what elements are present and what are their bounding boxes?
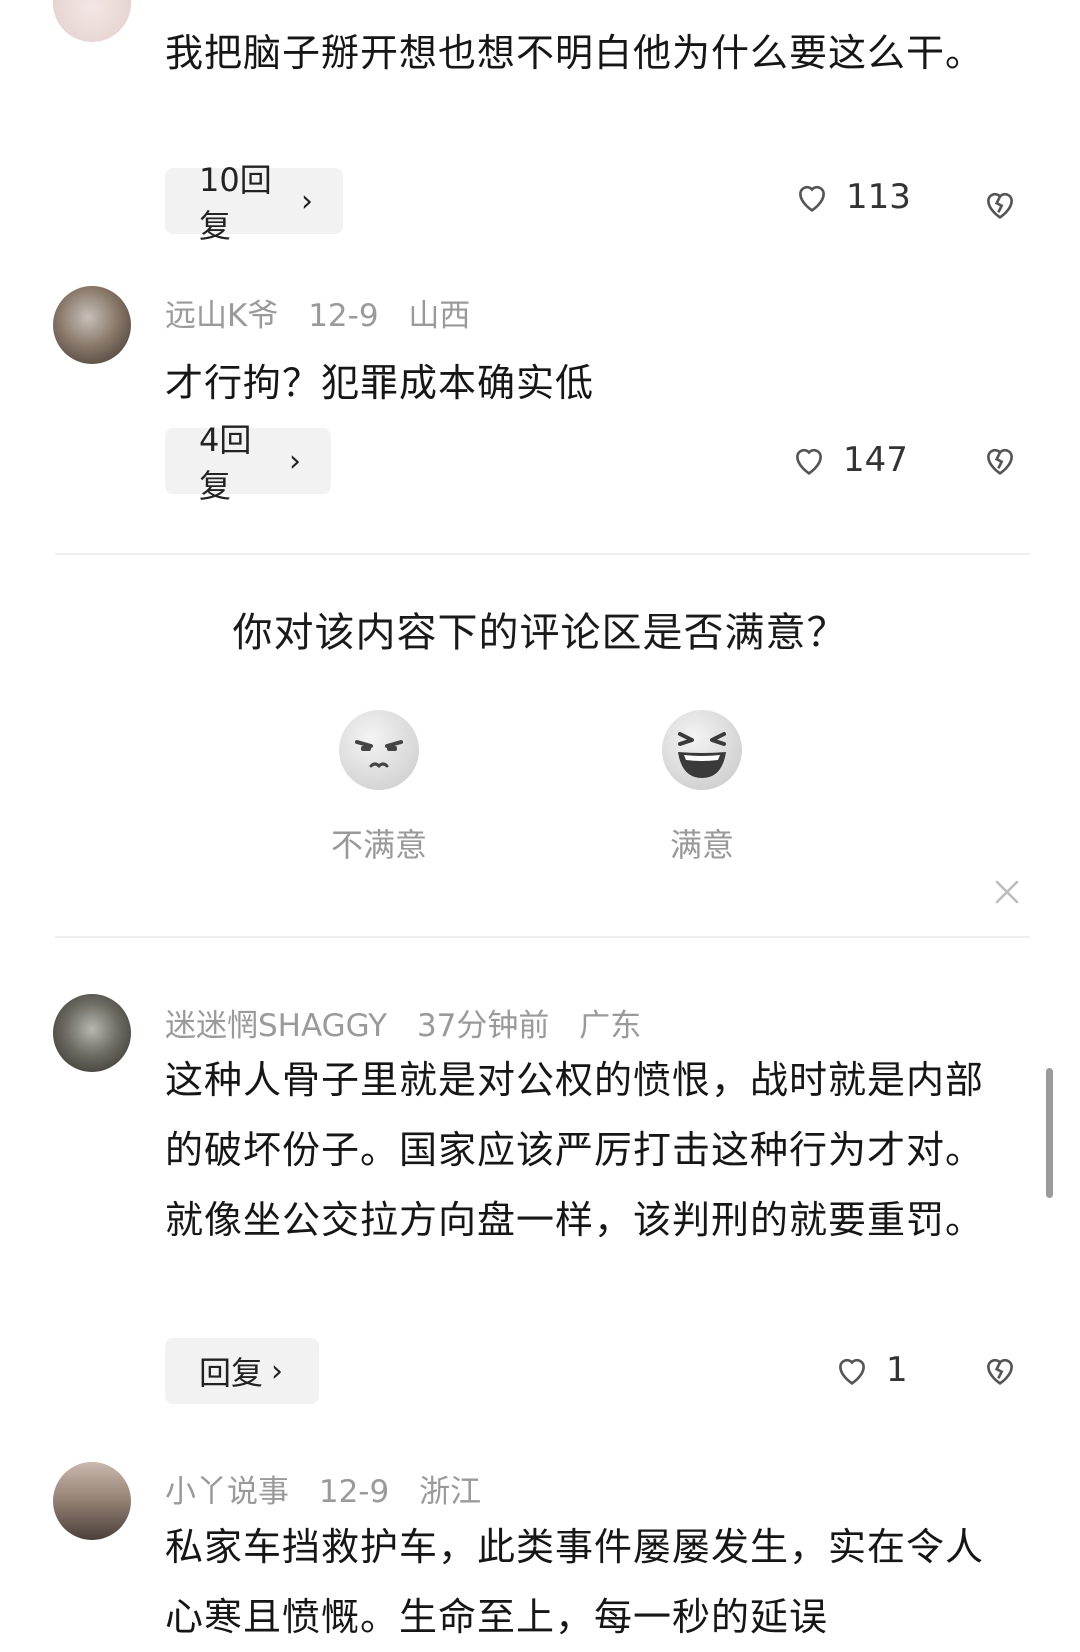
comment-date: 37分钟前 bbox=[416, 1008, 550, 1044]
username[interactable]: 小丫说事 bbox=[165, 1474, 289, 1510]
comment-meta: 迷迷惘SHAGGY 37分钟前 广东 bbox=[165, 1000, 661, 1045]
like-count: 147 bbox=[843, 440, 908, 480]
broken-heart-icon bbox=[986, 192, 1014, 219]
close-x-icon bbox=[995, 880, 1019, 904]
comment-text: 这种人骨子里就是对公权的愤恨，战时就是内部的破坏份子。国家应该严厉打击这种行为才… bbox=[165, 1058, 985, 1242]
broken-heart-icon bbox=[986, 448, 1014, 475]
satisfied-label[interactable]: 满意 bbox=[622, 820, 782, 866]
comment-date: 12-9 bbox=[308, 298, 379, 334]
satisfied-emoji-button[interactable] bbox=[660, 708, 744, 792]
like-count: 1 bbox=[886, 1350, 908, 1390]
unsatisfied-emoji-button[interactable] bbox=[337, 708, 421, 792]
dislike-button[interactable] bbox=[980, 1350, 1020, 1394]
dislike-button[interactable] bbox=[980, 440, 1020, 484]
unsatisfied-label[interactable]: 不满意 bbox=[299, 820, 459, 866]
close-survey-button[interactable] bbox=[993, 878, 1021, 910]
comment-text: 才行拘？犯罪成本确实低 bbox=[165, 361, 595, 405]
heart-outline-icon bbox=[795, 448, 823, 475]
chevron-right-icon: › bbox=[271, 1353, 284, 1389]
survey-question: 你对该内容下的评论区是否满意？ bbox=[232, 610, 848, 656]
scrollbar[interactable] bbox=[1046, 1068, 1053, 1198]
reply-label: 4回复 bbox=[199, 421, 252, 505]
chevron-right-icon: › bbox=[289, 443, 301, 479]
chevron-right-icon: › bbox=[301, 183, 313, 219]
avatar[interactable] bbox=[53, 994, 131, 1072]
broken-heart-icon bbox=[986, 1358, 1014, 1385]
divider bbox=[55, 936, 1030, 938]
comment-location: 广东 bbox=[579, 1008, 642, 1044]
reply-button[interactable]: 10回复 › bbox=[165, 161, 343, 245]
like-button[interactable]: 113 bbox=[792, 177, 911, 217]
frown-face-icon bbox=[339, 710, 419, 790]
reply-button[interactable]: 4回复 › bbox=[165, 421, 331, 505]
dislike-button[interactable] bbox=[980, 184, 1020, 228]
like-count: 113 bbox=[846, 177, 911, 217]
reply-button[interactable]: 回复 › bbox=[165, 1338, 319, 1404]
heart-outline-icon bbox=[838, 1358, 866, 1385]
avatar[interactable] bbox=[53, 1462, 131, 1540]
divider bbox=[55, 553, 1030, 555]
like-button[interactable]: 147 bbox=[789, 440, 908, 480]
avatar[interactable] bbox=[53, 286, 131, 364]
heart-outline-icon bbox=[798, 185, 826, 212]
avatar[interactable] bbox=[53, 0, 131, 42]
comment-location: 山西 bbox=[408, 298, 471, 334]
comment-date: 12-9 bbox=[318, 1474, 390, 1510]
username[interactable]: 迷迷惘SHAGGY bbox=[165, 1008, 387, 1044]
comment-location: 浙江 bbox=[419, 1474, 482, 1510]
reply-label: 回复 bbox=[199, 1354, 264, 1392]
laughing-face-icon bbox=[662, 710, 742, 790]
username[interactable]: 远山K爷 bbox=[165, 298, 278, 334]
like-button[interactable]: 1 bbox=[832, 1350, 908, 1390]
comment-text: 私家车挡救护车，此类事件屡屡发生，实在令人心寒且愤慨。生命至上，每一秒的延误 bbox=[165, 1525, 985, 1639]
comment-text: 我把脑子掰开想也想不明白他为什么要这么干。 bbox=[165, 31, 985, 75]
reply-label: 10回复 bbox=[199, 161, 272, 245]
comment-meta: 远山K爷 12-9 山西 bbox=[165, 290, 490, 335]
comment-meta: 小丫说事 12-9 浙江 bbox=[165, 1466, 501, 1511]
